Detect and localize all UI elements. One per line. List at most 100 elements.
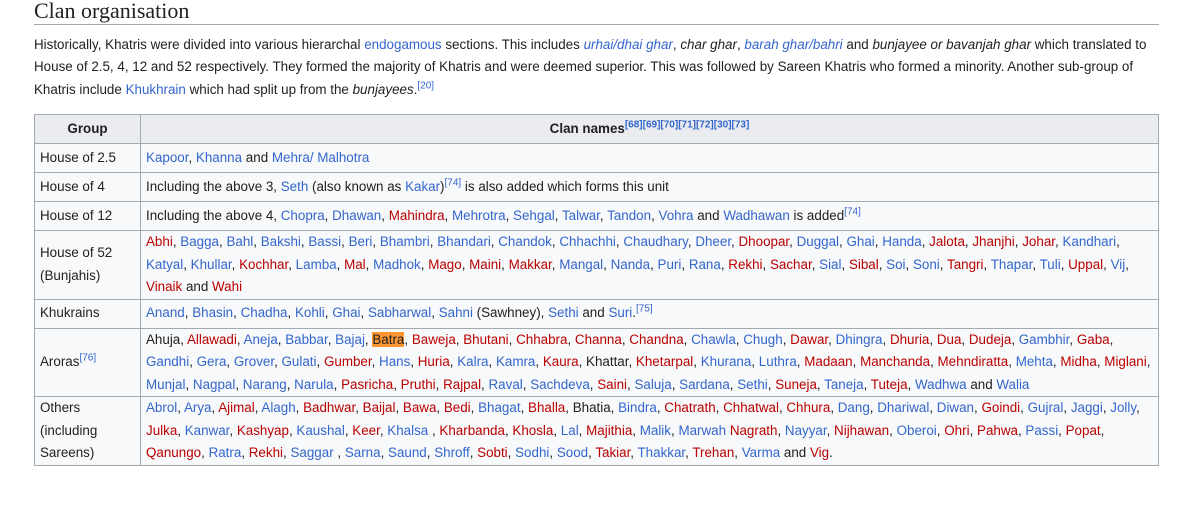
wiki-link[interactable]: Grover: [234, 354, 274, 369]
wiki-link[interactable]: Lal: [561, 423, 579, 438]
wiki-link[interactable]: Lamba: [296, 257, 337, 272]
wiki-link[interactable]: Varma: [742, 445, 780, 460]
redlink[interactable]: Makkar: [509, 257, 552, 272]
redlink[interactable]: Pasricha: [341, 377, 393, 392]
wiki-link[interactable]: Gulati: [282, 354, 317, 369]
wiki-link[interactable]: Chandok: [498, 234, 552, 249]
wiki-link[interactable]: Raval: [489, 377, 523, 392]
wiki-link[interactable]: Sardana: [679, 377, 730, 392]
citation-link[interactable]: [74]: [445, 177, 462, 188]
redlink[interactable]: Bedi: [444, 400, 471, 415]
citation-link[interactable]: [74]: [844, 206, 861, 217]
wiki-link[interactable]: Anand: [146, 305, 185, 320]
redlink[interactable]: Trehan: [692, 445, 734, 460]
wiki-link[interactable]: Dang: [838, 400, 870, 415]
redlink[interactable]: Mago: [428, 257, 462, 272]
wiki-link[interactable]: Bagga: [180, 234, 219, 249]
wiki-link[interactable]: Dhariwal: [877, 400, 929, 415]
wiki-link[interactable]: Chaudhary: [623, 234, 688, 249]
redlink[interactable]: Dua: [937, 332, 962, 347]
redlink[interactable]: Dhoopar: [739, 234, 790, 249]
wiki-link[interactable]: Narang: [243, 377, 287, 392]
redlink[interactable]: Majithia: [586, 423, 632, 438]
redlink[interactable]: Rekhi: [249, 445, 283, 460]
wiki-link[interactable]: Munjal: [146, 377, 185, 392]
wiki-link[interactable]: Kapoor: [146, 150, 188, 165]
redlink[interactable]: Kaura: [543, 354, 579, 369]
wiki-link[interactable]: Diwan: [937, 400, 974, 415]
wiki-link[interactable]: Tuli: [1040, 257, 1061, 272]
wiki-link[interactable]: Shroff: [434, 445, 469, 460]
wiki-link[interactable]: Sehgal: [513, 208, 555, 223]
redlink[interactable]: Chhura: [786, 400, 830, 415]
wiki-link[interactable]: Wadhawan: [723, 208, 790, 223]
redlink[interactable]: Kochhar: [239, 257, 288, 272]
wiki-link[interactable]: Kamra: [496, 354, 535, 369]
redlink[interactable]: Bhutani: [463, 332, 508, 347]
wiki-link[interactable]: Mehra/ Malhotra: [272, 150, 370, 165]
wiki-link[interactable]: Talwar: [562, 208, 600, 223]
redlink[interactable]: Khosla: [512, 423, 553, 438]
wiki-link[interactable]: Rana: [689, 257, 721, 272]
wiki-link[interactable]: Walia: [996, 377, 1029, 392]
wiki-link[interactable]: Dhingra: [836, 332, 883, 347]
wiki-link[interactable]: Thapar: [991, 257, 1033, 272]
redlink[interactable]: Pahwa: [977, 423, 1018, 438]
citation-link[interactable]: [75]: [636, 304, 653, 315]
wiki-link[interactable]: Marwah: [678, 423, 726, 438]
wiki-link[interactable]: Vij: [1111, 257, 1126, 272]
redlink[interactable]: Badhwar: [303, 400, 355, 415]
wiki-link[interactable]: Malik: [640, 423, 671, 438]
redlink[interactable]: Julka: [146, 423, 177, 438]
wiki-link[interactable]: Beri: [349, 234, 373, 249]
wiki-link[interactable]: Kohli: [295, 305, 325, 320]
redlink[interactable]: Kharbanda: [439, 423, 505, 438]
wiki-link[interactable]: Mangal: [559, 257, 603, 272]
wiki-link[interactable]: Gandhi: [146, 354, 189, 369]
wiki-link[interactable]: Abrol: [146, 400, 177, 415]
wiki-link[interactable]: Saund: [388, 445, 427, 460]
wiki-link[interactable]: Kakar: [405, 179, 440, 194]
wiki-link[interactable]: Oberoi: [897, 423, 937, 438]
redlink[interactable]: Mal: [344, 257, 366, 272]
redlink[interactable]: Takiar: [595, 445, 630, 460]
wiki-link[interactable]: Katyal: [146, 257, 183, 272]
wiki-link[interactable]: Chawla: [691, 332, 736, 347]
wiki-link[interactable]: Nanda: [611, 257, 650, 272]
citation-link[interactable]: [20]: [417, 80, 434, 91]
wiki-link[interactable]: urhai/dhai ghar: [584, 37, 673, 52]
wiki-link[interactable]: Kanwar: [185, 423, 230, 438]
wiki-link[interactable]: Kalra: [457, 354, 488, 369]
wiki-link[interactable]: Passi: [1025, 423, 1058, 438]
redlink[interactable]: Jalota: [929, 234, 965, 249]
wiki-link[interactable]: Soi: [886, 257, 905, 272]
wiki-link[interactable]: Puri: [658, 257, 682, 272]
wiki-link[interactable]: Ghai: [846, 234, 874, 249]
wiki-link[interactable]: Chadha: [241, 305, 288, 320]
redlink[interactable]: Madaan: [804, 354, 852, 369]
wiki-link[interactable]: Duggal: [797, 234, 839, 249]
redlink[interactable]: Midha: [1060, 354, 1096, 369]
redlink[interactable]: Gaba: [1077, 332, 1110, 347]
redlink[interactable]: Mahindra: [389, 208, 445, 223]
redlink[interactable]: Dawar: [790, 332, 828, 347]
redlink[interactable]: Bawa: [403, 400, 437, 415]
wiki-link[interactable]: Bindra: [618, 400, 657, 415]
wiki-link[interactable]: Babbar: [285, 332, 327, 347]
redlink[interactable]: Sachar: [770, 257, 812, 272]
wiki-link[interactable]: Khurana: [701, 354, 752, 369]
wiki-link[interactable]: Nagpal: [193, 377, 235, 392]
wiki-link[interactable]: Chopra: [281, 208, 325, 223]
wiki-link[interactable]: Jolly: [1110, 400, 1136, 415]
wiki-link[interactable]: Alagh: [261, 400, 295, 415]
wiki-link[interactable]: Kaushal: [296, 423, 344, 438]
wiki-link[interactable]: Sodhi: [515, 445, 549, 460]
redlink[interactable]: Dhuria: [890, 332, 929, 347]
redlink[interactable]: Tuteja: [871, 377, 908, 392]
redlink[interactable]: Ajimal: [218, 400, 254, 415]
wiki-link[interactable]: Gambhir: [1019, 332, 1070, 347]
redlink[interactable]: Chandna: [629, 332, 683, 347]
wiki-link[interactable]: Narula: [294, 377, 333, 392]
redlink[interactable]: Vinaik: [146, 279, 182, 294]
wiki-link[interactable]: Luthra: [759, 354, 797, 369]
